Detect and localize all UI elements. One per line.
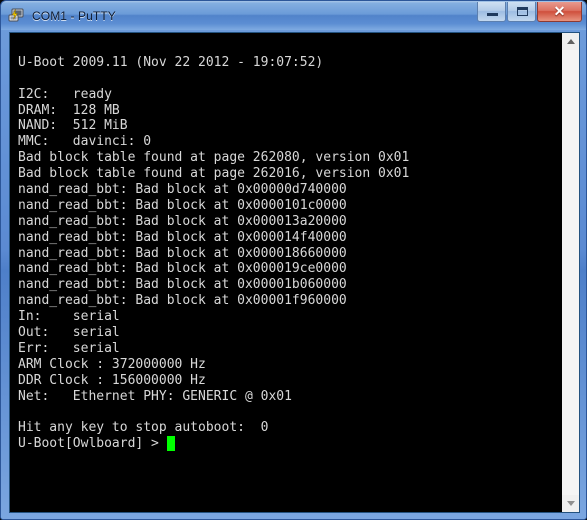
terminal-line: Bad block table found at page 262080, ve… <box>18 150 410 166</box>
terminal-line: Err: serial <box>18 340 120 356</box>
terminal-line: In: serial <box>18 309 120 325</box>
terminal-line: DRAM: 128 MB <box>18 102 120 118</box>
terminal-line: Net: Ethernet PHY: GENERIC @ 0x01 <box>18 388 292 404</box>
terminal-line: ARM Clock : 372000000 Hz <box>18 356 206 372</box>
scroll-down-arrow-icon[interactable] <box>562 495 579 512</box>
window-controls: ✕ <box>476 2 582 22</box>
client-area: U-Boot 2009.11 (Nov 22 2012 - 19:07:52) … <box>9 32 580 513</box>
terminal-line: Out: serial <box>18 325 120 341</box>
scroll-up-arrow-icon[interactable] <box>562 33 579 50</box>
terminal-line: nand_read_bbt: Bad block at 0x00000d7400… <box>18 182 347 198</box>
terminal-line: nand_read_bbt: Bad block at 0x0000186600… <box>18 245 347 261</box>
maximize-icon <box>517 7 528 16</box>
terminal-line: MMC: davinci: 0 <box>18 134 152 150</box>
terminal-line: I2C: ready <box>18 86 112 102</box>
minimize-button[interactable] <box>477 2 506 22</box>
terminal-line: Bad block table found at page 262016, ve… <box>18 166 410 182</box>
terminal-line: U-Boot 2009.11 (Nov 22 2012 - 19:07:52) <box>18 54 324 70</box>
terminal-line: DDR Clock : 156000000 Hz <box>18 372 206 388</box>
terminal-prompt-line: U-Boot[Owlboard] > <box>18 436 561 452</box>
terminal-line: nand_read_bbt: Bad block at 0x00001b0600… <box>18 277 347 293</box>
minimize-icon <box>487 13 498 16</box>
putty-terminal-icon <box>8 7 25 24</box>
terminal-scrollbar[interactable] <box>561 33 579 512</box>
terminal-line-list: U-Boot 2009.11 (Nov 22 2012 - 19:07:52) … <box>18 39 561 436</box>
putty-window: COM1 - PuTTY ✕ U-Boot 2009.11 (Nov 22 20… <box>0 0 587 520</box>
terminal-line: Hit any key to stop autoboot: 0 <box>18 420 269 436</box>
terminal-line: nand_read_bbt: Bad block at 0x00001f9600… <box>18 293 347 309</box>
window-title: COM1 - PuTTY <box>32 8 116 23</box>
terminal-line: NAND: 512 MiB <box>18 118 128 134</box>
close-button[interactable]: ✕ <box>537 2 582 22</box>
close-icon: ✕ <box>553 3 566 19</box>
prompt-text: U-Boot[Owlboard] > <box>18 436 167 452</box>
terminal-line: nand_read_bbt: Bad block at 0x000019ce00… <box>18 261 347 277</box>
scrollbar-track[interactable] <box>562 50 579 495</box>
maximize-button[interactable] <box>507 2 536 22</box>
terminal-line: nand_read_bbt: Bad block at 0x000013a200… <box>18 213 347 229</box>
terminal-cursor <box>166 436 175 452</box>
terminal-line: nand_read_bbt: Bad block at 0x000014f400… <box>18 229 347 245</box>
terminal-line: nand_read_bbt: Bad block at 0x0000101c00… <box>18 197 347 213</box>
terminal-output[interactable]: U-Boot 2009.11 (Nov 22 2012 - 19:07:52) … <box>10 33 561 512</box>
title-bar[interactable]: COM1 - PuTTY ✕ <box>1 1 586 30</box>
